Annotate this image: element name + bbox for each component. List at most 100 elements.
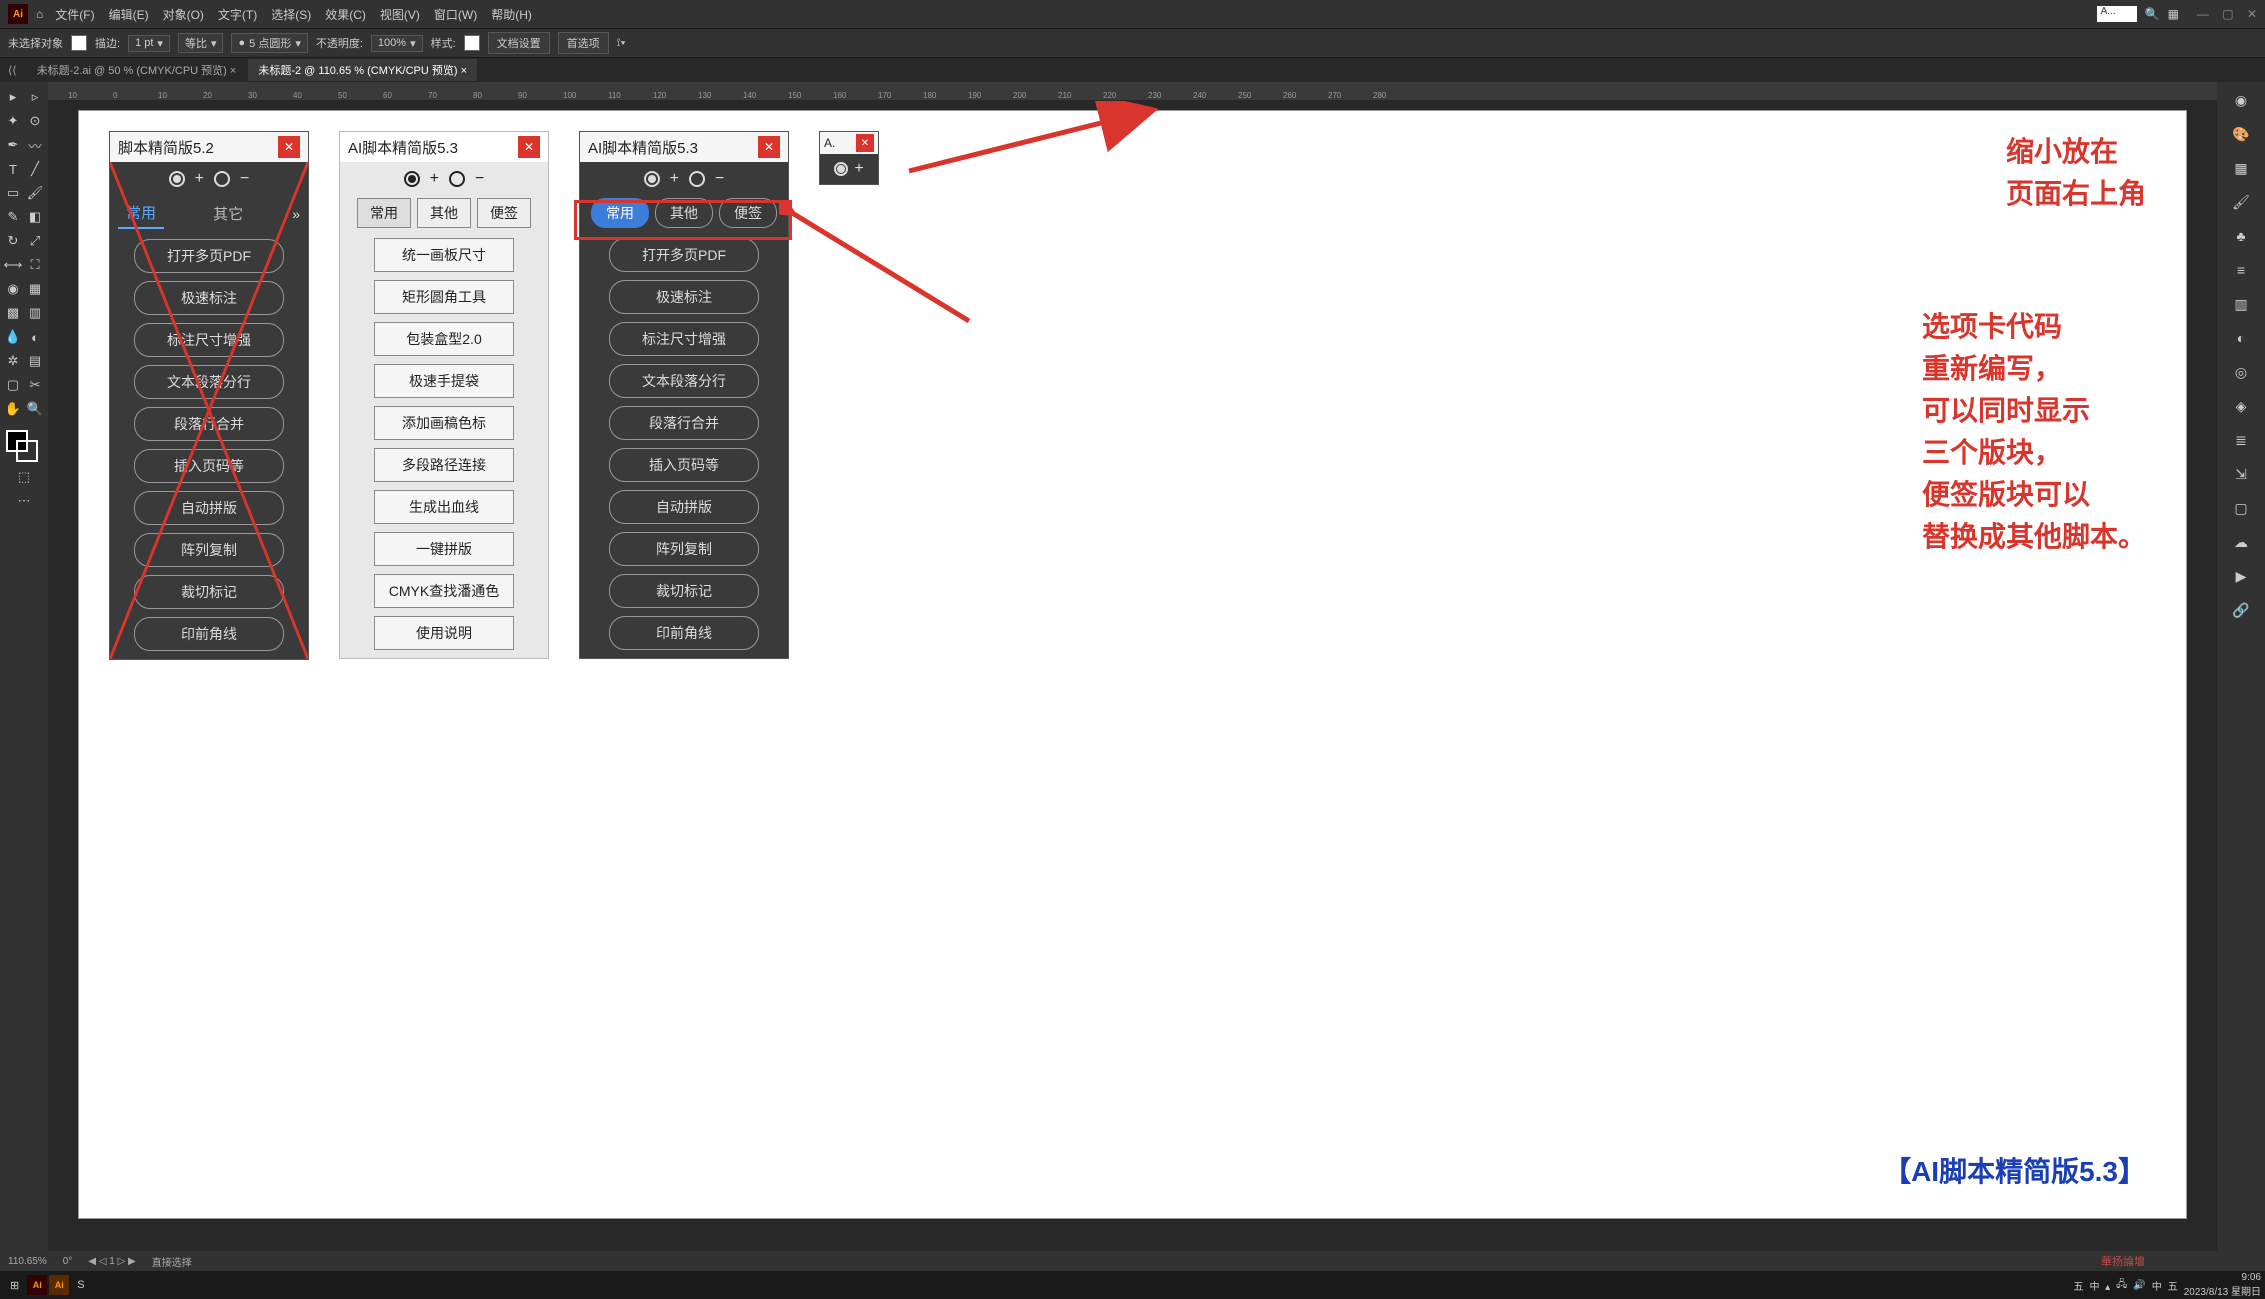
start-button[interactable]: ⊞ <box>4 1275 25 1296</box>
graph-tool[interactable]: ▤ <box>24 350 46 372</box>
btn-multi-path-join[interactable]: 多段路径连接 <box>374 448 514 482</box>
search-icon[interactable]: 🔍 <box>2145 7 2160 21</box>
btn-para-merge[interactable]: 段落行合并 <box>609 406 759 440</box>
taskbar-ai-2[interactable]: Ai <box>49 1275 69 1295</box>
magic-wand-tool[interactable]: ✦ <box>2 110 24 132</box>
btn-fast-annotate[interactable]: 极速标注 <box>134 281 284 315</box>
radio-on-icon[interactable] <box>169 171 185 187</box>
btn-array-copy[interactable]: 阵列复制 <box>134 533 284 567</box>
home-icon[interactable]: ⌂ <box>36 7 43 21</box>
btn-text-split[interactable]: 文本段落分行 <box>609 364 759 398</box>
taskbar-app[interactable]: S <box>71 1275 90 1295</box>
eraser-tool[interactable]: ◧ <box>24 206 46 228</box>
btn-unify-artboard[interactable]: 统一画板尺寸 <box>374 238 514 272</box>
tray-sound-icon[interactable]: 🔊 <box>2133 1280 2145 1291</box>
menu-object[interactable]: 对象(O) <box>163 6 204 23</box>
close-button[interactable]: ✕ <box>2247 7 2257 21</box>
selection-tool[interactable]: ▸ <box>2 86 24 108</box>
btn-bleed-line[interactable]: 生成出血线 <box>374 490 514 524</box>
links-panel-icon[interactable]: 🔗 <box>2227 596 2255 624</box>
properties-panel-icon[interactable]: ◉ <box>2227 86 2255 114</box>
mesh-tool[interactable]: ▩ <box>2 302 24 324</box>
btn-dim-enhance[interactable]: 标注尺寸增强 <box>134 323 284 357</box>
screen-mode-icon[interactable]: ⬚ <box>2 466 46 488</box>
panel-52-tab-common[interactable]: 常用 <box>118 198 164 229</box>
btn-rect-corner[interactable]: 矩形圆角工具 <box>374 280 514 314</box>
symbols-panel-icon[interactable]: ♣ <box>2227 222 2255 250</box>
minimize-button[interactable]: — <box>2197 7 2209 21</box>
gradient-tool[interactable]: ▥ <box>24 302 46 324</box>
tray-keyboard-icon[interactable]: 五 <box>2168 1278 2178 1293</box>
radio-off-icon[interactable] <box>449 171 465 187</box>
zoom-level[interactable]: 110.65% <box>8 1256 47 1267</box>
doc-tab-1[interactable]: 未标题-2.ai @ 50 % (CMYK/CPU 预览) × <box>27 59 247 81</box>
corner-dropdown[interactable]: ● 5 点圆形 ▾ <box>231 33 307 53</box>
btn-crop-marks[interactable]: 裁切标记 <box>609 574 759 608</box>
menu-window[interactable]: 窗口(W) <box>434 6 477 23</box>
taskbar-ai-1[interactable]: Ai <box>27 1275 47 1295</box>
panel-52-expand-icon[interactable]: » <box>292 206 300 222</box>
eyedropper-tool[interactable]: 💧 <box>2 326 24 348</box>
zoom-tool[interactable]: 🔍 <box>24 398 46 420</box>
stroke-weight-dropdown[interactable]: 1 pt ▾ <box>128 35 170 52</box>
btn-text-split[interactable]: 文本段落分行 <box>134 365 284 399</box>
paintbrush-tool[interactable]: 🖌 <box>24 182 46 204</box>
doc-setup-button[interactable]: 文档设置 <box>488 32 550 54</box>
graphic-styles-panel-icon[interactable]: ◈ <box>2227 392 2255 420</box>
btn-para-merge[interactable]: 段落行合并 <box>134 407 284 441</box>
panel-53l-tab-common[interactable]: 常用 <box>357 198 411 228</box>
pen-tool[interactable]: ✒ <box>2 134 24 156</box>
menu-type[interactable]: 文字(T) <box>218 6 257 23</box>
btn-onekey-impose[interactable]: 一键拼版 <box>374 532 514 566</box>
btn-add-colorbar[interactable]: 添加画稿色标 <box>374 406 514 440</box>
btn-instructions[interactable]: 使用说明 <box>374 616 514 650</box>
fill-swatch[interactable] <box>71 35 87 51</box>
layers-panel-icon[interactable]: ≣ <box>2227 426 2255 454</box>
asset-export-panel-icon[interactable]: ⇲ <box>2227 460 2255 488</box>
actions-panel-icon[interactable]: ▶ <box>2227 562 2255 590</box>
slice-tool[interactable]: ✂ <box>24 374 46 396</box>
tab-collapse-icon[interactable]: ⟨⟨ <box>8 64 17 77</box>
opacity-dropdown[interactable]: 100% ▾ <box>371 35 423 52</box>
free-transform-tool[interactable]: ⛶ <box>24 254 46 276</box>
shape-builder-tool[interactable]: ◉ <box>2 278 24 300</box>
doc-tab-2[interactable]: 未标题-2 @ 110.65 % (CMYK/CPU 预览) × <box>248 59 477 81</box>
swatches-panel-icon[interactable]: ▦ <box>2227 154 2255 182</box>
btn-dim-enhance[interactable]: 标注尺寸增强 <box>609 322 759 356</box>
color-panel-icon[interactable]: 🎨 <box>2227 120 2255 148</box>
panel-53d-tab-notes[interactable]: 便签 <box>719 198 777 228</box>
btn-open-pdf[interactable]: 打开多页PDF <box>609 238 759 272</box>
panel-53d-close[interactable]: ✕ <box>758 136 780 158</box>
panel-53l-tab-notes[interactable]: 便签 <box>477 198 531 228</box>
rotate-tool[interactable]: ↻ <box>2 230 24 252</box>
artboard-nav[interactable]: ◀ ◁ 1 ▷ ▶ <box>88 1256 135 1267</box>
btn-auto-impose[interactable]: 自动拼版 <box>134 491 284 525</box>
rotate-value[interactable]: 0° <box>63 1256 73 1267</box>
btn-box-type[interactable]: 包装盒型2.0 <box>374 322 514 356</box>
title-search-box[interactable]: A... <box>2097 6 2137 22</box>
btn-open-pdf[interactable]: 打开多页PDF <box>134 239 284 273</box>
transparency-panel-icon[interactable]: ◐ <box>2227 324 2255 352</box>
line-tool[interactable]: ╱ <box>24 158 46 180</box>
tray-ime-icon[interactable]: 五 <box>2074 1278 2084 1293</box>
btn-crop-marks[interactable]: 裁切标记 <box>134 575 284 609</box>
btn-cmyk-pantone[interactable]: CMYK查找潘通色 <box>374 574 514 608</box>
edit-toolbar-icon[interactable]: ⋯ <box>2 490 46 512</box>
align-icon[interactable]: ⟟▾ <box>617 37 626 50</box>
btn-auto-impose[interactable]: 自动拼版 <box>609 490 759 524</box>
uniform-dropdown[interactable]: 等比 ▾ <box>178 33 224 53</box>
panel-52-close[interactable]: ✕ <box>278 136 300 158</box>
scale-tool[interactable]: ⤢ <box>24 230 46 252</box>
width-tool[interactable]: ⟷ <box>2 254 24 276</box>
artboards-panel-icon[interactable]: ▢ <box>2227 494 2255 522</box>
arrange-icon[interactable]: ▦ <box>2168 7 2179 21</box>
menu-effect[interactable]: 效果(C) <box>325 6 366 23</box>
menu-select[interactable]: 选择(S) <box>271 6 311 23</box>
gradient-panel-icon[interactable]: ▥ <box>2227 290 2255 318</box>
tray-lang-icon[interactable]: 中 ▴ <box>2090 1278 2111 1293</box>
maximize-button[interactable]: ▢ <box>2222 7 2233 21</box>
radio-on-icon[interactable] <box>644 171 660 187</box>
btn-prepress-corner[interactable]: 印前角线 <box>134 617 284 651</box>
style-swatch[interactable] <box>464 35 480 51</box>
direct-selection-tool[interactable]: ▹ <box>24 86 46 108</box>
